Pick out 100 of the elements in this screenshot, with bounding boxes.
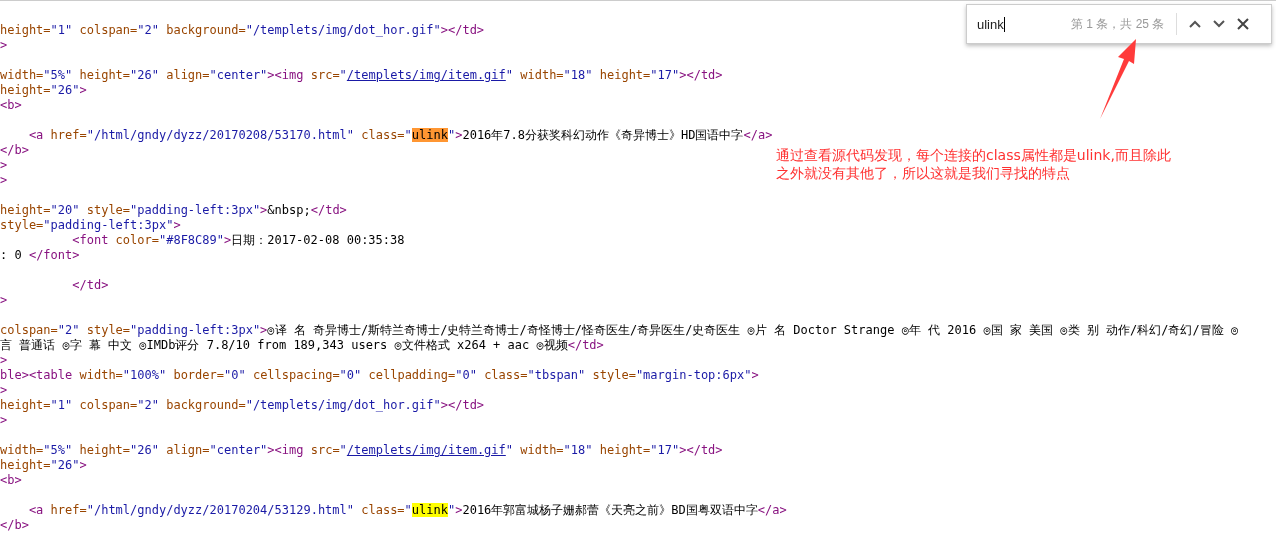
html-tag: >: [0, 353, 8, 367]
attribute-value: "18": [563, 443, 594, 457]
attribute-name: class=: [361, 503, 405, 517]
attribute-value: "/templets/img/dot_hor.gif": [245, 398, 441, 412]
attribute-name: height=: [0, 83, 51, 97]
attribute-name: colspan=: [79, 23, 138, 37]
attribute-value: "0": [224, 368, 247, 382]
attribute-value: "#8F8C89": [158, 233, 224, 247]
attribute-name: style=: [86, 203, 131, 217]
html-tag: >: [260, 323, 268, 337]
text-content: 言 普通话 ◎字 幕 中文 ◎IMDb评分 7.8/10 from 189,343 users ◎文件格式 x264 + aac ◎视频: [0, 338, 568, 352]
html-tag: </b>: [0, 518, 29, 532]
attribute-value: "tbspan": [527, 368, 587, 382]
attribute-value: "1": [50, 398, 74, 412]
attribute-name: href=: [50, 503, 87, 517]
attribute-name: class=: [484, 368, 528, 382]
attribute-value: "100%": [122, 368, 168, 382]
attribute-name: cellpadding=: [368, 368, 456, 382]
attribute-value: "padding-left:3px": [130, 323, 261, 337]
attribute-name: width=: [0, 443, 44, 457]
attribute-name: width=: [0, 68, 44, 82]
html-tag: >: [0, 173, 8, 187]
close-icon[interactable]: [1237, 18, 1250, 30]
html-tag: >: [455, 503, 463, 517]
attribute-value: ": [447, 128, 456, 142]
attribute-value: "padding-left:3px": [130, 203, 261, 217]
html-tag: </td>: [310, 203, 347, 217]
find-input-field[interactable]: ulink: [977, 16, 1059, 32]
attribute-name: color=: [115, 233, 159, 247]
attribute-value: ": [447, 503, 456, 517]
attribute-name: src=: [310, 443, 340, 457]
attribute-name: height=: [599, 443, 651, 457]
attribute-value: "26": [50, 83, 80, 97]
attribute-value: "5%": [43, 68, 74, 82]
html-tag: ></td>: [679, 443, 723, 457]
url-link[interactable]: /templets/img/item.gif: [346, 443, 506, 457]
html-tag: >: [0, 413, 8, 427]
text-content: ◎译 名 奇异博士/斯特兰奇博士/史特兰奇博士/奇怪博士/怪奇医生/奇异医生/史奇医生 ◎片 名 Doctor Strange ◎年 代 2016 ◎国 家 美国 ◎类 别 动作/科幻/奇幻/冒险 ◎: [267, 323, 1239, 337]
html-tag: ><img: [267, 443, 311, 457]
attribute-value: "2": [137, 23, 160, 37]
attribute-value: "26": [130, 68, 160, 82]
attribute-value: "0": [339, 368, 363, 382]
attribute-name: background=: [166, 23, 246, 37]
attribute-name: src=: [310, 68, 340, 82]
attribute-value: ": [505, 68, 515, 82]
html-tag: ></td>: [440, 398, 485, 412]
html-tag: <a: [0, 128, 51, 142]
html-tag: </td>: [567, 338, 604, 352]
attribute-name: style=: [0, 218, 44, 232]
html-tag: >: [173, 218, 181, 232]
attribute-name: height=: [79, 443, 131, 457]
attribute-name: style=: [592, 368, 636, 382]
html-tag: >: [79, 458, 87, 472]
attribute-value: "center": [209, 443, 268, 457]
html-tag: <a: [0, 503, 51, 517]
html-tag: </b>: [0, 143, 29, 157]
attribute-value: "26": [50, 458, 80, 472]
attribute-value: "/templets/img/dot_hor.gif": [245, 23, 441, 37]
url-link[interactable]: /templets/img/item.gif: [346, 68, 506, 82]
attribute-value: "0": [455, 368, 478, 382]
html-tag: >: [751, 368, 759, 382]
chevron-up-icon[interactable]: [1189, 20, 1202, 28]
attribute-value: ": [404, 128, 412, 142]
attribute-value: "17": [650, 443, 680, 457]
html-tag: >: [0, 38, 8, 52]
attribute-name: style=: [86, 323, 131, 337]
text-content: 2016年郭富城杨子姗郝蕾《天亮之前》BD国粤双语中字: [462, 503, 758, 517]
attribute-name: align=: [166, 443, 210, 457]
attribute-value: "20": [50, 203, 81, 217]
attribute-value: "/html/gndy/dyzz/20170204/53129.html": [86, 503, 355, 517]
html-tag: >: [224, 233, 232, 247]
attribute-name: height=: [599, 68, 651, 82]
attribute-name: width=: [79, 368, 123, 382]
text-content: 日期：2017-02-08 00:35:38: [231, 233, 405, 247]
html-tag: <b>: [0, 473, 22, 487]
attribute-value: "/html/gndy/dyzz/20170208/53170.html": [86, 128, 355, 142]
attribute-name: class=: [361, 128, 405, 142]
html-tag: >: [455, 128, 463, 142]
html-tag: >: [0, 293, 8, 307]
attribute-name: height=: [0, 398, 51, 412]
match-count: 第 1 条，共 25 条: [1071, 15, 1165, 33]
search-match: ulink: [411, 503, 448, 517]
chevron-down-icon[interactable]: [1213, 20, 1226, 28]
html-tag: >: [79, 83, 87, 97]
attribute-value: "padding-left:3px": [43, 218, 174, 232]
attribute-value: "1": [50, 23, 74, 37]
attribute-name: colspan=: [0, 323, 58, 337]
text-content: &nbsp;: [267, 203, 311, 217]
annotation-text: 通过查看源代码发现，每个连接的class属性都是ulink,而且除此之外就没有其他了，所以这就是我们寻找的特点: [776, 146, 1172, 182]
attribute-name: height=: [0, 458, 51, 472]
text-content: 2016年7.8分获奖科幻动作《奇异博士》HD国语中字: [462, 128, 744, 142]
attribute-value: "5%": [43, 443, 74, 457]
attribute-value: "center": [209, 68, 268, 82]
attribute-name: border=: [173, 368, 224, 382]
html-tag: ble><table: [0, 368, 80, 382]
attribute-name: align=: [166, 68, 210, 82]
html-tag: ></td>: [679, 68, 723, 82]
attribute-value: "18": [563, 68, 594, 82]
attribute-name: height=: [79, 68, 131, 82]
attribute-name: width=: [520, 443, 564, 457]
